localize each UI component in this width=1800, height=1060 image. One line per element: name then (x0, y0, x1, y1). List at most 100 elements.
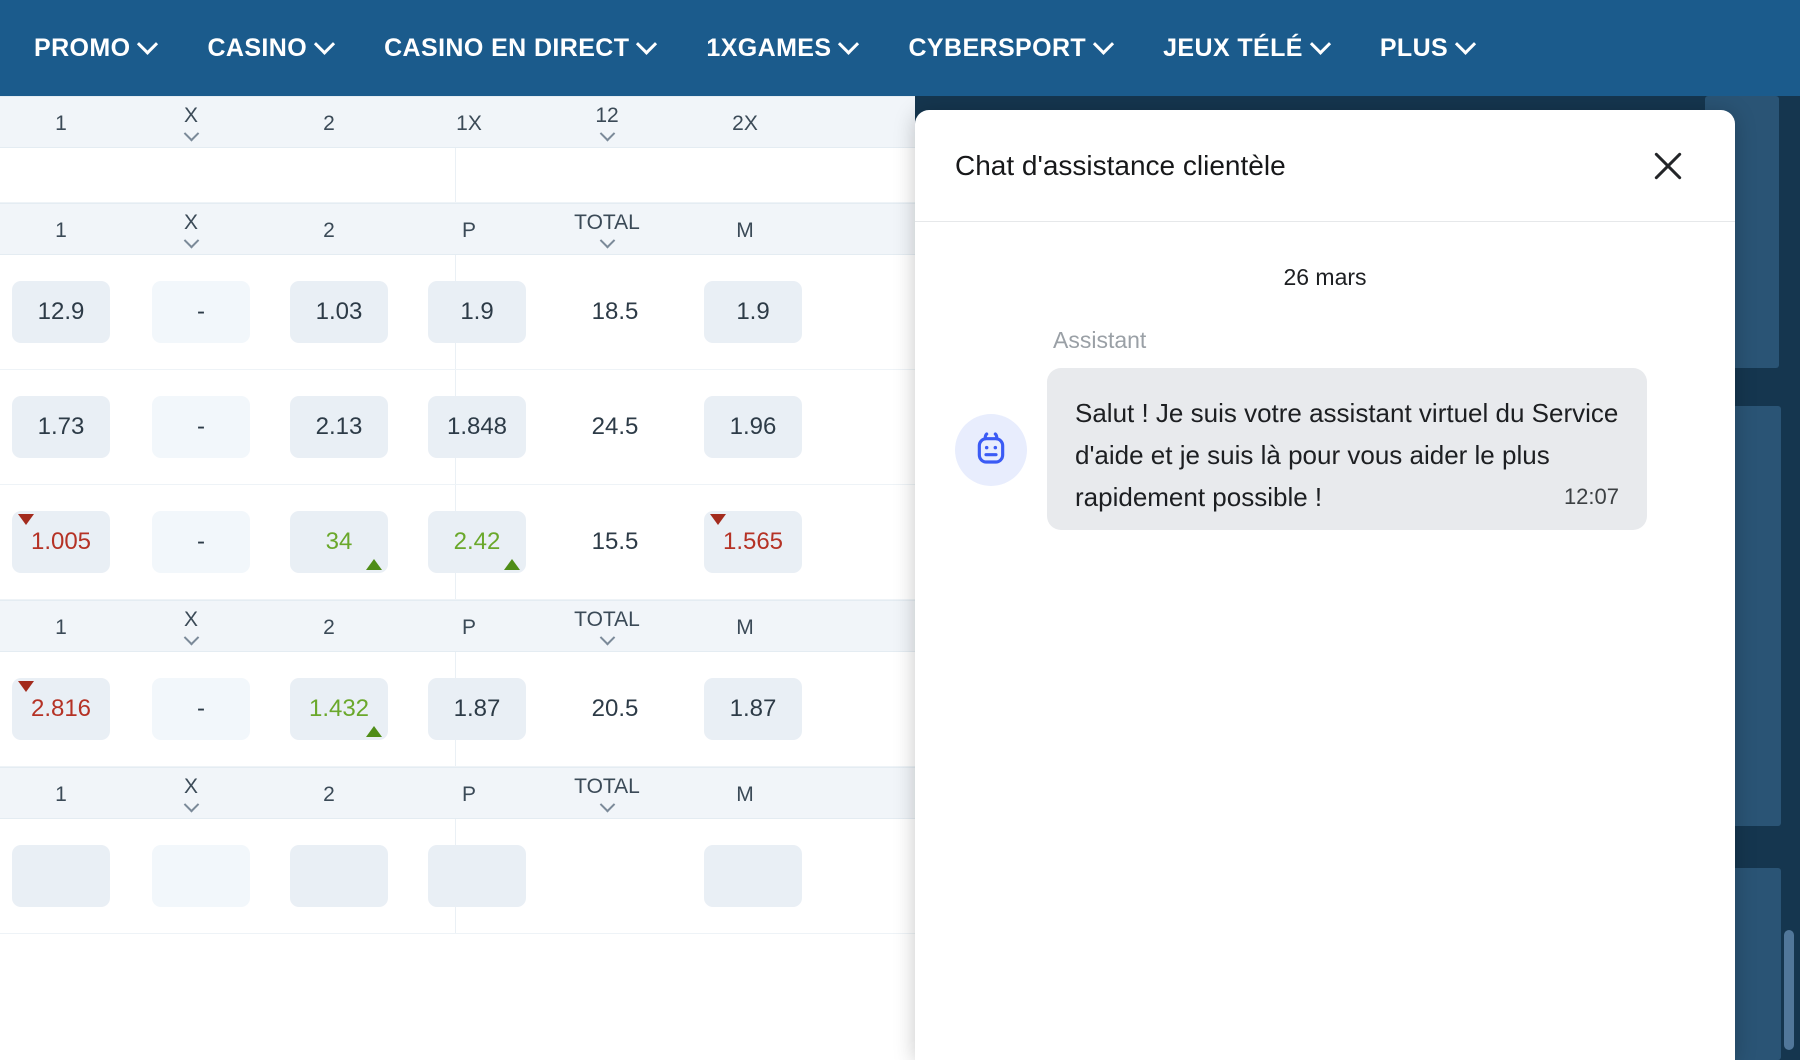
odds-cell: 20.5 (566, 678, 664, 740)
odds-header-cell-x[interactable]: X (122, 97, 260, 149)
odds-cell[interactable]: 2.42 (428, 511, 526, 573)
odds-cell[interactable] (152, 845, 250, 907)
odds-header-cell-m[interactable]: M (676, 601, 814, 653)
nav-item-label: 1XGAMES (706, 34, 831, 63)
odds-header-cell-m[interactable]: M (676, 768, 814, 820)
odds-header-cell-total[interactable]: TOTAL (538, 204, 676, 256)
odds-cell (566, 845, 664, 907)
odds-header-row: 1 X 2 P TOTAL M (0, 203, 915, 255)
odds-header-cell-p[interactable]: P (400, 768, 538, 820)
odds-cell[interactable] (428, 845, 526, 907)
trend-down-icon (710, 514, 726, 525)
nav-item-label: PROMO (34, 34, 130, 63)
nav-item-label: CASINO (207, 34, 307, 63)
nav-item-casino[interactable]: CASINO (181, 0, 358, 96)
odds-cell[interactable]: 2.13 (290, 396, 388, 458)
nav-item-promo[interactable]: PROMO (8, 0, 181, 96)
odds-cell[interactable]: 1.9 (428, 281, 526, 343)
nav-item-label: JEUX TÉLÉ (1163, 34, 1303, 63)
odds-header-cell-total[interactable]: TOTAL (538, 768, 676, 820)
column-divider (455, 148, 456, 202)
chat-header: Chat d'assistance clientèle (915, 110, 1735, 222)
odds-cell[interactable]: 2.816 (12, 678, 110, 740)
odds-row: 12.9 - 1.03 1.9 18.5 1.9 (0, 255, 915, 370)
chat-sender-name: Assistant (1053, 327, 1695, 354)
odds-header-row: 1 X 2 P TOTAL M (0, 767, 915, 819)
odds-header-cell-1[interactable]: 1 (0, 768, 122, 820)
odds-cell[interactable]: 1.9 (704, 281, 802, 343)
odds-cell[interactable]: 1.848 (428, 396, 526, 458)
nav-item-label: PLUS (1380, 34, 1448, 63)
chevron-down-icon (137, 33, 158, 54)
odds-cell: 24.5 (566, 396, 664, 458)
odds-cell[interactable]: - (152, 281, 250, 343)
odds-header-cell-2[interactable]: 2 (260, 768, 398, 820)
odds-header-cell-1[interactable]: 1 (0, 204, 122, 256)
top-navigation: PROMO CASINO CASINO EN DIRECT 1XGAMES CY… (0, 0, 1800, 96)
odds-row: 2.816 - 1.432 1.87 20.5 1.87 (0, 652, 915, 767)
odds-header-cell-1x[interactable]: 1X (400, 97, 538, 149)
odds-cell[interactable]: 1.87 (428, 678, 526, 740)
chat-date-separator: 26 mars (955, 264, 1695, 291)
odds-cell[interactable]: 1.565 (704, 511, 802, 573)
trend-up-icon (366, 726, 382, 737)
odds-row: 1.005 - 34 2.42 15.5 1.565 (0, 485, 915, 600)
odds-header-row: 1 X 2 1X 12 2X (0, 96, 915, 148)
odds-header-cell-1[interactable]: 1 (0, 601, 122, 653)
chevron-down-icon (599, 232, 615, 248)
odds-header-cell-x[interactable]: X (122, 601, 260, 653)
chevron-down-icon (314, 33, 335, 54)
odds-cell[interactable]: 1.432 (290, 678, 388, 740)
nav-item-1xgames[interactable]: 1XGAMES (680, 0, 882, 96)
trend-down-icon (18, 514, 34, 525)
chevron-down-icon (183, 796, 199, 812)
odds-cell[interactable]: 1.87 (704, 678, 802, 740)
odds-cell[interactable]: 1.96 (704, 396, 802, 458)
odds-header-cell-p[interactable]: P (400, 204, 538, 256)
nav-item-cybersport[interactable]: CYBERSPORT (882, 0, 1137, 96)
chevron-down-icon (183, 232, 199, 248)
app-root: PROMO CASINO CASINO EN DIRECT 1XGAMES CY… (0, 0, 1800, 1060)
odds-cell[interactable] (290, 845, 388, 907)
chat-title: Chat d'assistance clientèle (955, 150, 1645, 182)
page-scrollbar[interactable] (1784, 930, 1794, 1050)
nav-item-jeux-tele[interactable]: JEUX TÉLÉ (1137, 0, 1354, 96)
odds-header-cell-2x[interactable]: 2X (676, 97, 814, 149)
odds-cell[interactable]: 12.9 (12, 281, 110, 343)
odds-cell[interactable]: - (152, 396, 250, 458)
odds-header-cell-x[interactable]: X (122, 768, 260, 820)
robot-icon (971, 430, 1011, 470)
odds-header-cell-2[interactable]: 2 (260, 601, 398, 653)
close-icon[interactable] (1645, 143, 1691, 189)
nav-item-label: CASINO EN DIRECT (384, 34, 629, 63)
odds-cell[interactable] (704, 845, 802, 907)
chevron-down-icon (1093, 33, 1114, 54)
odds-header-cell-2[interactable]: 2 (260, 204, 398, 256)
nav-item-plus[interactable]: PLUS (1354, 0, 1499, 96)
chevron-down-icon (599, 629, 615, 645)
odds-cell[interactable]: 34 (290, 511, 388, 573)
odds-header-cell-12[interactable]: 12 (538, 97, 676, 149)
nav-item-label: CYBERSPORT (908, 34, 1086, 63)
nav-item-casino-en-direct[interactable]: CASINO EN DIRECT (358, 0, 680, 96)
chevron-down-icon (183, 125, 199, 141)
odds-row: 1.73 - 2.13 1.848 24.5 1.96 (0, 370, 915, 485)
odds-cell[interactable]: - (152, 511, 250, 573)
odds-header-cell-x[interactable]: X (122, 204, 260, 256)
odds-header-cell-p[interactable]: P (400, 601, 538, 653)
odds-header-cell-1[interactable]: 1 (0, 97, 122, 149)
odds-header-cell-m[interactable]: M (676, 204, 814, 256)
odds-table: 1 X 2 1X 12 2X (0, 96, 915, 1060)
odds-spacer-row (0, 148, 915, 203)
odds-cell[interactable]: 1.03 (290, 281, 388, 343)
odds-header-cell-total[interactable]: TOTAL (538, 601, 676, 653)
chat-message: Salut ! Je suis votre assistant virtuel … (955, 368, 1695, 530)
odds-cell[interactable] (12, 845, 110, 907)
chevron-down-icon (838, 33, 859, 54)
odds-header-cell-2[interactable]: 2 (260, 97, 398, 149)
odds-cell: 18.5 (566, 281, 664, 343)
odds-cell[interactable]: 1.005 (12, 511, 110, 573)
odds-cell[interactable]: 1.73 (12, 396, 110, 458)
chevron-down-icon (183, 629, 199, 645)
odds-cell[interactable]: - (152, 678, 250, 740)
